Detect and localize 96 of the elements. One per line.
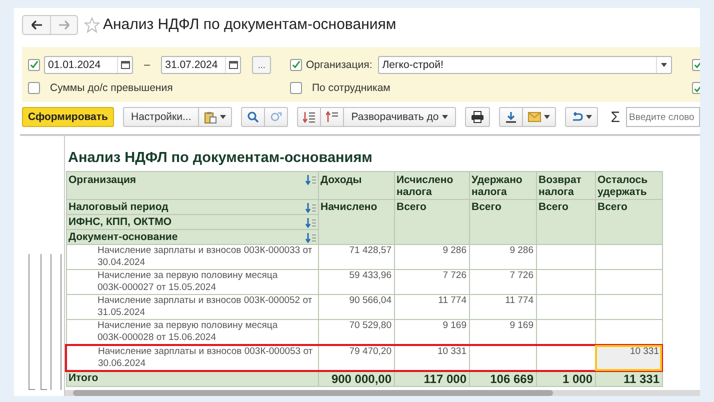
organization-select[interactable]: Легко-строй! bbox=[378, 56, 672, 74]
refresh-search-button[interactable] bbox=[265, 107, 288, 127]
caret-icon bbox=[220, 115, 226, 119]
sort-descending-button[interactable] bbox=[297, 107, 322, 127]
sort-icon bbox=[303, 111, 316, 123]
checkbox[interactable] bbox=[28, 58, 40, 70]
period-button[interactable]: ... bbox=[252, 56, 272, 74]
search-field[interactable]: Введите слово bbox=[626, 107, 700, 127]
table-cell: Начисление зарплаты и взносов 003К-000052 от 31.05.2024 bbox=[66, 294, 318, 319]
window-title: Анализ НДФЛ по документам-основаниям bbox=[103, 16, 396, 33]
column-header[interactable]: Организация bbox=[66, 171, 318, 199]
sum-button[interactable]: Σ bbox=[610, 108, 620, 126]
table-cell[interactable] bbox=[595, 319, 662, 344]
download-button[interactable] bbox=[498, 107, 523, 127]
printer-icon bbox=[470, 111, 484, 123]
calendar-icon bbox=[120, 60, 130, 69]
checkbox[interactable] bbox=[290, 58, 302, 70]
table-cell: Начисление за первую половину месяца 003К-000028 от 15.06.2024 bbox=[66, 319, 318, 344]
caret-icon bbox=[442, 115, 448, 119]
table-cell[interactable]: 9 286 bbox=[394, 244, 469, 269]
table-cell[interactable] bbox=[595, 269, 662, 294]
forward-arrow-icon bbox=[58, 20, 70, 30]
sort-icon bbox=[304, 202, 316, 212]
table-cell[interactable]: 10 331 bbox=[595, 344, 662, 370]
field-label: Организация: bbox=[306, 58, 372, 70]
table-cell: Начисление за первую половину месяца 003К-000027 от 15.05.2024 bbox=[66, 269, 318, 294]
search-button[interactable] bbox=[241, 107, 266, 127]
table-cell[interactable]: 9 286 bbox=[469, 244, 536, 269]
table-cell[interactable] bbox=[536, 344, 595, 370]
clipboard-button[interactable] bbox=[199, 107, 232, 127]
report-title: Анализ НДФЛ по документам-основаниям bbox=[67, 149, 374, 168]
table-cell[interactable] bbox=[536, 294, 595, 319]
table-cell[interactable]: 7 726 bbox=[469, 269, 536, 294]
table-cell[interactable]: 10 331 bbox=[394, 344, 469, 370]
column-header[interactable]: Всего bbox=[469, 199, 536, 244]
checkbox-label: По сотрудникам bbox=[312, 82, 390, 94]
generate-button[interactable]: Сформировать bbox=[22, 107, 114, 127]
sort-icon bbox=[304, 216, 316, 228]
column-header[interactable]: Исчислено налога bbox=[394, 171, 469, 199]
star-icon[interactable] bbox=[84, 16, 100, 32]
search-icon bbox=[247, 111, 260, 123]
table-cell: Начисление зарплаты и взносов 003К-000033 от 30.04.2024 bbox=[66, 244, 318, 269]
caret-icon bbox=[544, 115, 550, 119]
sort-icon bbox=[304, 232, 316, 242]
table-cell[interactable]: 59 433,96 bbox=[318, 269, 394, 294]
checkbox[interactable] bbox=[28, 82, 40, 94]
table-cell[interactable]: 70 529,80 bbox=[318, 319, 394, 344]
table-cell[interactable] bbox=[595, 294, 662, 319]
checkbox[interactable] bbox=[290, 82, 302, 94]
sort-icon bbox=[326, 111, 338, 123]
column-header[interactable]: Налоговый период bbox=[66, 199, 318, 214]
table-cell[interactable] bbox=[595, 244, 662, 269]
column-header[interactable]: Всего bbox=[595, 199, 662, 244]
table-cell[interactable]: 9 169 bbox=[469, 319, 536, 344]
refresh-search-icon bbox=[270, 111, 282, 123]
caret-icon bbox=[661, 62, 668, 66]
table-cell[interactable]: 71 428,57 bbox=[318, 244, 394, 269]
clipboard-icon bbox=[204, 110, 218, 124]
table-cell[interactable] bbox=[536, 244, 595, 269]
calendar-icon bbox=[228, 60, 238, 69]
table-cell[interactable]: 11 774 bbox=[469, 294, 536, 319]
undo-button[interactable] bbox=[564, 107, 598, 127]
date-field[interactable]: 01.01.2024 bbox=[44, 56, 133, 74]
column-header[interactable]: ИФНС, КПП, ОКТМО bbox=[66, 214, 318, 229]
table-cell[interactable] bbox=[536, 319, 595, 344]
column-header[interactable]: Доходы bbox=[318, 171, 394, 199]
settings-button[interactable]: Настройки... bbox=[123, 107, 200, 127]
dash-separator: – bbox=[144, 58, 150, 70]
undo-arrow-icon bbox=[570, 112, 583, 122]
caret-icon bbox=[586, 115, 592, 119]
sort-icon bbox=[304, 174, 316, 184]
sort-ascending-button[interactable] bbox=[321, 107, 344, 127]
horizontal-scrollbar[interactable] bbox=[65, 390, 700, 396]
envelope-icon bbox=[528, 112, 541, 122]
column-header[interactable]: Возврат налога bbox=[536, 171, 595, 199]
table-cell[interactable]: 9 169 bbox=[394, 319, 469, 344]
table-cell[interactable] bbox=[536, 269, 595, 294]
back-arrow-icon bbox=[30, 20, 42, 30]
table-cell[interactable]: 11 774 bbox=[394, 294, 469, 319]
print-button[interactable] bbox=[464, 107, 490, 127]
column-header[interactable]: Осталось удержать bbox=[595, 171, 662, 199]
table-cell[interactable]: 90 566,04 bbox=[318, 294, 394, 319]
column-header[interactable]: Удержано налога bbox=[469, 171, 536, 199]
download-icon bbox=[504, 111, 517, 123]
column-header[interactable]: Документ-основание bbox=[66, 229, 318, 244]
table-cell[interactable]: 7 726 bbox=[394, 269, 469, 294]
column-header[interactable]: Начислено bbox=[318, 199, 394, 244]
table-cell[interactable]: 79 470,20 bbox=[318, 344, 394, 370]
table-cell[interactable] bbox=[469, 344, 536, 370]
column-header[interactable]: Всего bbox=[536, 199, 595, 244]
column-header[interactable]: Всего bbox=[394, 199, 469, 244]
table-cell: Начисление зарплаты и взносов 003К-000053 от 30.06.2024 bbox=[66, 344, 318, 370]
expand-dropdown-button[interactable]: Разворачивать до bbox=[344, 107, 456, 127]
checkbox-label: Суммы до/с превышения bbox=[50, 82, 173, 94]
scroll-thumb[interactable] bbox=[73, 390, 553, 396]
date-field[interactable]: 31.07.2024 bbox=[161, 56, 242, 74]
